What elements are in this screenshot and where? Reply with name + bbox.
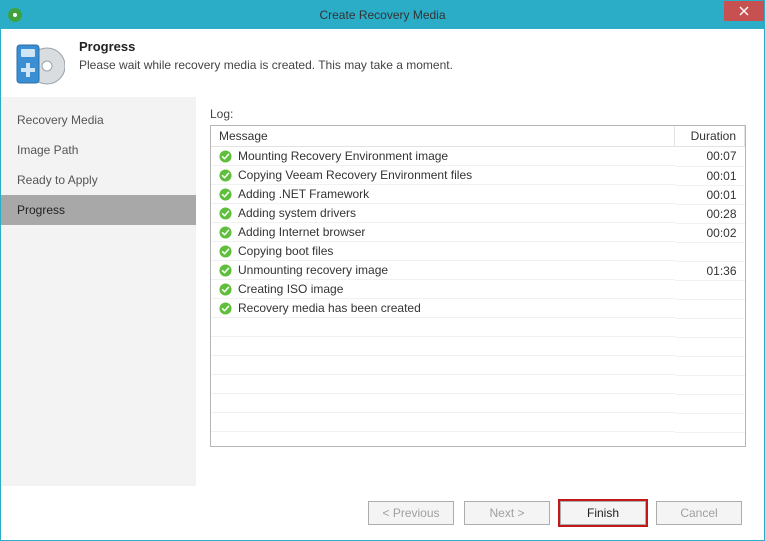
log-message-text: Adding system drivers <box>238 206 356 220</box>
window-title: Create Recovery Media <box>1 8 764 22</box>
table-row: Creating ISO image <box>211 280 745 299</box>
log-message-text: Copying boot files <box>238 244 333 258</box>
log-box: Message Duration Mounting Recovery Envir… <box>210 125 746 447</box>
log-label: Log: <box>210 107 746 121</box>
table-row: Adding system drivers 00:28 <box>211 204 745 223</box>
log-message: Adding Internet browser <box>211 223 675 242</box>
log-message: Unmounting recovery image <box>211 261 675 280</box>
log-message: Copying boot files <box>211 242 675 261</box>
sidebar-item-image-path[interactable]: Image Path <box>1 135 196 165</box>
table-row <box>211 318 745 337</box>
log-message-text: Copying Veeam Recovery Environment files <box>238 168 472 182</box>
sidebar-item-progress[interactable]: Progress <box>1 195 196 225</box>
log-duration <box>675 299 745 318</box>
header-heading: Progress <box>79 39 453 54</box>
col-message[interactable]: Message <box>211 126 675 147</box>
log-message-text: Unmounting recovery image <box>238 263 388 277</box>
sidebar-item-ready-to-apply[interactable]: Ready to Apply <box>1 165 196 195</box>
table-row <box>211 394 745 413</box>
sidebar-item-recovery-media[interactable]: Recovery Media <box>1 105 196 135</box>
log-duration: 00:07 <box>675 147 745 167</box>
header-subtext: Please wait while recovery media is crea… <box>79 58 453 72</box>
log-message-text: Mounting Recovery Environment image <box>238 149 448 163</box>
log-message: Mounting Recovery Environment image <box>211 147 675 166</box>
log-duration: 00:01 <box>675 185 745 204</box>
log-duration <box>675 242 745 261</box>
table-row <box>211 375 745 394</box>
cancel-button: Cancel <box>656 501 742 525</box>
table-row: Copying Veeam Recovery Environment files… <box>211 166 745 185</box>
wizard-header: Progress Please wait while recovery medi… <box>1 29 764 97</box>
log-duration: 01:36 <box>675 261 745 280</box>
log-duration: 00:02 <box>675 223 745 242</box>
wizard-body: Recovery Media Image Path Ready to Apply… <box>1 97 764 486</box>
titlebar: Create Recovery Media <box>1 1 764 29</box>
log-message: Adding system drivers <box>211 204 675 223</box>
wizard-window: Create Recovery Media Progress Please wa… <box>0 0 765 541</box>
main-panel: Log: Message Duration Mounting Recovery … <box>196 97 764 486</box>
table-row: Mounting Recovery Environment image 00:07 <box>211 147 745 167</box>
app-icon <box>8 8 22 22</box>
log-message: Recovery media has been created <box>211 299 675 318</box>
log-message-text: Adding Internet browser <box>238 225 365 239</box>
log-message: Adding .NET Framework <box>211 185 675 204</box>
wizard-footer: < Previous Next > Finish Cancel <box>1 486 764 540</box>
sidebar: Recovery Media Image Path Ready to Apply… <box>1 97 196 486</box>
table-row <box>211 413 745 432</box>
log-duration: 00:28 <box>675 204 745 223</box>
col-duration[interactable]: Duration <box>675 126 745 147</box>
table-row: Copying boot files <box>211 242 745 261</box>
close-button[interactable] <box>724 1 764 21</box>
table-row <box>211 432 745 447</box>
table-row <box>211 356 745 375</box>
log-message: Creating ISO image <box>211 280 675 299</box>
header-text: Progress Please wait while recovery medi… <box>79 39 453 89</box>
log-message-text: Adding .NET Framework <box>238 187 369 201</box>
log-duration: 00:01 <box>675 166 745 185</box>
table-row: Unmounting recovery image 01:36 <box>211 261 745 280</box>
next-button: Next > <box>464 501 550 525</box>
log-message-text: Recovery media has been created <box>238 301 421 315</box>
table-row: Adding .NET Framework 00:01 <box>211 185 745 204</box>
table-row: Recovery media has been created <box>211 299 745 318</box>
log-duration <box>675 280 745 299</box>
previous-button: < Previous <box>368 501 454 525</box>
table-row <box>211 337 745 356</box>
finish-button[interactable]: Finish <box>560 501 646 525</box>
log-table: Message Duration Mounting Recovery Envir… <box>211 126 745 447</box>
table-row: Adding Internet browser 00:02 <box>211 223 745 242</box>
recovery-media-icon <box>15 39 65 89</box>
log-message-text: Creating ISO image <box>238 282 343 296</box>
log-message: Copying Veeam Recovery Environment files <box>211 166 675 185</box>
